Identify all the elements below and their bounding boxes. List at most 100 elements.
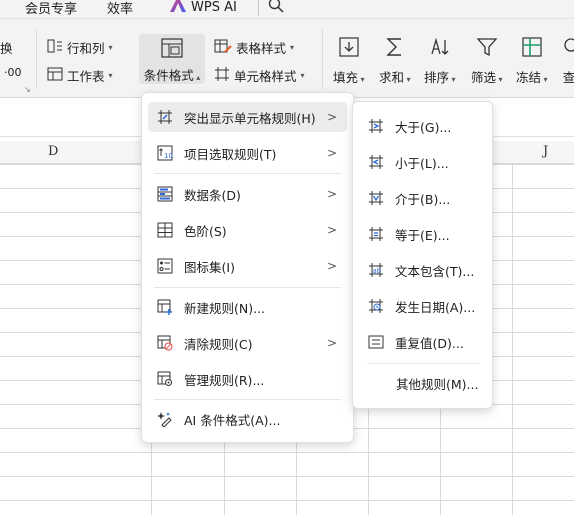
freeze-button[interactable]: 冻结 ▾ xyxy=(516,36,548,86)
submenu-item-equal-to[interactable]: 等于(E)... xyxy=(359,219,486,249)
data-bars-icon xyxy=(156,185,174,203)
sigma-icon xyxy=(385,36,405,61)
menu-item-label: 管理规则(R)... xyxy=(184,372,265,388)
highlight-rules-icon xyxy=(156,108,174,126)
submenu-item-label: 介于(B)... xyxy=(395,191,451,207)
menu-divider xyxy=(154,287,341,288)
ribbon-partial-button-bottom[interactable]: ·00 xyxy=(4,66,22,79)
color-scales-icon xyxy=(156,221,174,239)
chevron-right-icon: > xyxy=(326,146,337,160)
new-rule-icon xyxy=(156,298,174,316)
chevron-right-icon: > xyxy=(326,223,337,237)
row-col-icon xyxy=(47,39,63,56)
text-contains-icon: ab xyxy=(367,261,385,279)
sort-icon xyxy=(429,36,451,61)
icon-sets-icon xyxy=(156,257,174,275)
tab-member[interactable]: 会员专享 xyxy=(25,0,77,17)
sort-label: 排序 ▾ xyxy=(424,70,456,85)
menu-item-label: 项目选取规则(T) xyxy=(184,146,277,162)
tab-divider xyxy=(258,0,259,16)
submenu-item-duplicate-values[interactable]: 重复值(D)... xyxy=(359,327,486,357)
submenu-item-less-than[interactable]: 小于(L)... xyxy=(359,147,486,177)
between-icon xyxy=(367,189,385,207)
submenu-item-date-occurring[interactable]: 发生日期(A)... xyxy=(359,291,486,321)
filter-button[interactable]: 筛选 ▾ xyxy=(471,36,503,86)
filter-icon xyxy=(476,36,498,61)
wps-ai-logo-icon xyxy=(170,0,186,16)
find-icon xyxy=(562,36,574,61)
menu-item-label: 色阶(S) xyxy=(184,223,227,239)
menu-divider xyxy=(154,399,341,400)
submenu-item-between[interactable]: 介于(B)... xyxy=(359,183,486,213)
row-col-button[interactable]: 行和列 ▾ xyxy=(47,38,113,57)
submenu-item-greater-than[interactable]: 大于(G)... xyxy=(359,111,486,141)
cell-style-button[interactable]: 单元格样式 ▾ xyxy=(214,66,305,85)
tab-wps-ai[interactable]: WPS AI xyxy=(170,0,237,16)
chevron-right-icon: > xyxy=(326,259,337,273)
tab-wps-ai-label: WPS AI xyxy=(191,0,237,15)
menu-item-data-bars[interactable]: 数据条(D) > xyxy=(148,179,347,209)
conditional-format-menu: 突出显示单元格规则(H) > 10 项目选取规则(T) > 数据条(D) > 色… xyxy=(141,92,354,443)
row-col-label: 行和列 xyxy=(67,41,105,56)
search-icon[interactable] xyxy=(268,0,284,16)
group-expand-icon[interactable]: ↘ xyxy=(24,85,31,94)
fill-icon xyxy=(339,36,359,61)
table-style-icon xyxy=(214,38,232,57)
conditional-format-button[interactable]: 条件格式 ▴ xyxy=(139,34,205,84)
chevron-down-icon: ▾ xyxy=(300,71,305,80)
duplicate-values-icon xyxy=(367,333,385,351)
ribbon-partial-bottom-label: ·00 xyxy=(4,66,22,79)
menu-item-icon-sets[interactable]: 图标集(I) > xyxy=(148,251,347,281)
chevron-right-icon: > xyxy=(326,336,337,350)
tab-efficiency[interactable]: 效率 xyxy=(107,0,133,17)
conditional-format-icon xyxy=(161,38,183,61)
submenu-item-text-contains[interactable]: ab 文本包含(T)... xyxy=(359,255,486,285)
menu-item-label: 新建规则(N)... xyxy=(184,300,266,316)
sort-button[interactable]: 排序 ▾ xyxy=(424,36,456,86)
menu-item-label: 数据条(D) xyxy=(184,187,241,203)
menu-item-new-rule[interactable]: 新建规则(N)... xyxy=(148,292,347,322)
svg-text:10: 10 xyxy=(164,152,173,160)
greater-than-icon xyxy=(367,117,385,135)
sum-button[interactable]: 求和 ▾ xyxy=(379,36,411,86)
freeze-label: 冻结 ▾ xyxy=(516,70,548,85)
menu-item-highlight-rules[interactable]: 突出显示单元格规则(H) > xyxy=(148,102,347,132)
filter-label: 筛选 ▾ xyxy=(471,70,503,85)
menu-item-top-bottom-rules[interactable]: 10 项目选取规则(T) > xyxy=(148,138,347,168)
date-occurring-icon xyxy=(367,297,385,315)
freeze-icon xyxy=(521,36,543,61)
submenu-item-label: 大于(G)... xyxy=(395,119,452,135)
submenu-item-label: 发生日期(A)... xyxy=(395,299,476,315)
column-header-d[interactable]: D xyxy=(48,144,58,159)
fill-label: 填充 ▾ xyxy=(333,70,365,85)
clear-rules-icon xyxy=(156,334,174,352)
cell-style-icon xyxy=(214,66,230,85)
ribbon-divider xyxy=(36,29,37,89)
ribbon-partial-button-top[interactable]: 换 xyxy=(0,38,13,57)
conditional-format-label: 条件格式 ▴ xyxy=(143,68,201,83)
fill-button[interactable]: 填充 ▾ xyxy=(333,36,365,86)
submenu-item-more-rules[interactable]: 其他规则(M)... xyxy=(359,368,486,398)
grid-column-line xyxy=(512,164,513,515)
cell-style-label: 单元格样式 xyxy=(234,69,297,84)
ribbon-toolbar: 换 ·00 ↘ 行和列 ▾ 工作表 ▾ 条件格式 ▴ 表格样式 ▾ 单元格样式 … xyxy=(0,19,574,98)
table-style-button[interactable]: 表格样式 ▾ xyxy=(214,38,294,57)
sum-label: 求和 ▾ xyxy=(379,70,411,85)
worksheet-button[interactable]: 工作表 ▾ xyxy=(47,66,113,85)
submenu-item-label: 其他规则(M)... xyxy=(396,376,479,392)
chevron-down-icon: ▾ xyxy=(108,71,113,80)
menu-item-ai-conditional-format[interactable]: AI 条件格式(A)... xyxy=(148,404,347,434)
equal-to-icon xyxy=(367,225,385,243)
svg-text:ab: ab xyxy=(373,267,382,275)
menu-item-label: 突出显示单元格规则(H) xyxy=(184,110,316,126)
find-button-partial[interactable]: 查 xyxy=(562,36,574,86)
worksheet-label: 工作表 xyxy=(67,69,105,84)
ai-format-icon xyxy=(156,410,174,428)
menu-item-color-scales[interactable]: 色阶(S) > xyxy=(148,215,347,245)
column-header-j[interactable]: J xyxy=(543,144,548,159)
chevron-right-icon: > xyxy=(326,187,337,201)
menu-item-clear-rules[interactable]: 清除规则(C) > xyxy=(148,328,347,358)
ribbon-divider xyxy=(322,29,323,89)
menu-item-manage-rules[interactable]: 管理规则(R)... xyxy=(148,364,347,394)
menu-item-label: 清除规则(C) xyxy=(184,336,253,352)
